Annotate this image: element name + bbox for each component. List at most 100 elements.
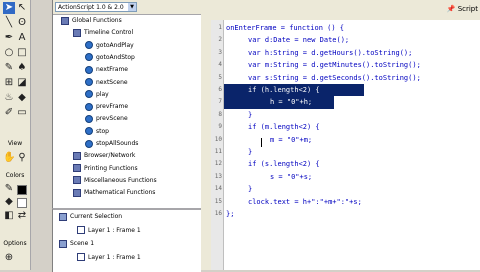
zoom-tool-icon[interactable]: ⚲ bbox=[16, 152, 28, 164]
action-item[interactable]: play bbox=[85, 90, 109, 100]
actionscript-version-select[interactable]: ActionScript 1.0 & 2.0 ▼ bbox=[55, 2, 137, 12]
code-line[interactable]: } bbox=[248, 146, 252, 158]
action-icon bbox=[85, 90, 93, 99]
action-item[interactable]: nextScene bbox=[85, 78, 128, 88]
tree-item-label: gotoAndPlay bbox=[96, 41, 134, 49]
oval-tool-icon[interactable]: ○ bbox=[3, 47, 15, 59]
code-line[interactable]: m = "0"+m; bbox=[270, 134, 312, 146]
tools-panel: ➤ ↖ ╲ ʘ ✒ A ○ □ ✎ ♠ ⊞ ◪ ♨ ◆ ✐ ▭ View ✋ ⚲… bbox=[0, 0, 31, 270]
actions-category[interactable]: Printing Functions bbox=[73, 164, 138, 174]
action-item[interactable]: gotoAndStop bbox=[85, 53, 135, 63]
action-icon bbox=[85, 65, 93, 74]
script-editor[interactable]: 1 2 3 4 5 6 7 8 9 10 11 12 13 14 15 16 onEnterFrame = f… bbox=[211, 20, 480, 270]
code-line[interactable]: var h:String = d.getHours().toString(); bbox=[248, 47, 412, 59]
actions-category[interactable]: Mathematical Functions bbox=[73, 188, 155, 198]
options-label: Options bbox=[3, 240, 27, 247]
line-number: 13 bbox=[214, 172, 222, 180]
code-line[interactable]: if (m.length<2) { bbox=[248, 121, 320, 133]
navigator-item[interactable]: Scene 1 bbox=[59, 239, 94, 249]
action-icon bbox=[85, 102, 93, 111]
selection-tool-icon[interactable]: ➤ bbox=[3, 2, 15, 14]
code-line[interactable]: var d:Date = new Date(); bbox=[248, 34, 349, 46]
stroke-color-swatch[interactable] bbox=[17, 185, 27, 195]
line-number: 15 bbox=[214, 197, 222, 205]
frame-icon bbox=[77, 226, 85, 234]
action-item[interactable]: stop bbox=[85, 127, 109, 137]
tree-item-label: play bbox=[96, 90, 109, 98]
eraser-tool-icon[interactable]: ▭ bbox=[16, 107, 28, 119]
actions-category[interactable]: Browser/Network bbox=[73, 151, 135, 161]
code-line[interactable]: var s:String = d.getSeconds().toString()… bbox=[248, 72, 421, 84]
fill-color-icon[interactable]: ◆ bbox=[3, 196, 15, 208]
text-cursor bbox=[261, 138, 262, 147]
code-line[interactable]: }; bbox=[226, 208, 234, 220]
rectangle-tool-icon[interactable]: □ bbox=[16, 47, 28, 59]
hand-tool-icon[interactable]: ✋ bbox=[3, 152, 15, 164]
action-icon bbox=[85, 114, 93, 123]
code-line[interactable]: var m:String = d.getMinutes().toString()… bbox=[248, 59, 421, 71]
snap-to-objects-icon[interactable]: ⊕ bbox=[3, 252, 15, 264]
navigator-item[interactable]: Layer 1 : Frame 1 bbox=[77, 253, 141, 263]
brush-tool-icon[interactable]: ♠ bbox=[16, 62, 28, 74]
code-line[interactable]: if (s.length<2) { bbox=[248, 158, 320, 170]
fill-color-swatch[interactable] bbox=[17, 198, 27, 208]
code-line[interactable]: } bbox=[248, 183, 252, 195]
book-icon bbox=[73, 151, 81, 160]
text-tool-icon[interactable]: A bbox=[16, 32, 28, 44]
colors-label: Colors bbox=[5, 172, 25, 179]
code-line[interactable]: clock.text = h+":"+m+":"+s; bbox=[248, 196, 362, 208]
code-line[interactable]: h = "0"+h; bbox=[270, 96, 312, 108]
navigator-item[interactable]: Layer 1 : Frame 1 bbox=[77, 226, 141, 236]
subselection-tool-icon[interactable]: ↖ bbox=[16, 2, 28, 14]
book-icon bbox=[73, 176, 81, 185]
line-number: 11 bbox=[214, 148, 222, 155]
fill-transform-tool-icon[interactable]: ◪ bbox=[16, 77, 28, 89]
navigator-item-label: Layer 1 : Frame 1 bbox=[88, 253, 141, 261]
action-item[interactable]: nextFrame bbox=[85, 65, 128, 75]
code-line[interactable]: } bbox=[248, 109, 252, 121]
swap-colors-icon[interactable]: ⇄ bbox=[16, 210, 28, 222]
code-line[interactable]: s = "0"+s; bbox=[270, 171, 312, 183]
action-item[interactable]: prevFrame bbox=[85, 102, 128, 112]
line-tool-icon[interactable]: ╲ bbox=[3, 17, 15, 29]
code-line[interactable]: if (h.length<2) { bbox=[248, 84, 320, 96]
scene-icon bbox=[59, 239, 67, 248]
actions-category[interactable]: Miscellaneous Functions bbox=[73, 176, 157, 186]
actions-toolbox-header: ActionScript 1.0 & 2.0 ▼ bbox=[53, 0, 201, 15]
tree-item-label: nextScene bbox=[96, 78, 128, 86]
paint-bucket-tool-icon[interactable]: ◆ bbox=[16, 92, 28, 104]
tree-item-label: prevScene bbox=[96, 115, 128, 123]
line-number: 1 bbox=[218, 24, 222, 31]
frame-icon bbox=[77, 253, 85, 261]
action-icon bbox=[85, 41, 93, 50]
ink-bottle-tool-icon[interactable]: ♨ bbox=[3, 92, 15, 104]
chevron-down-icon[interactable]: ▼ bbox=[128, 3, 136, 11]
lasso-tool-icon[interactable]: ʘ bbox=[16, 17, 28, 29]
pin-icon: 📌 bbox=[446, 5, 456, 13]
line-number: 4 bbox=[218, 61, 222, 69]
line-number: 16 bbox=[214, 210, 222, 217]
pen-tool-icon[interactable]: ✒ bbox=[3, 32, 15, 44]
black-white-icon[interactable]: ◧ bbox=[3, 210, 15, 222]
book-icon bbox=[73, 164, 81, 173]
free-transform-tool-icon[interactable]: ⊞ bbox=[3, 77, 15, 89]
tree-item-label: gotoAndStop bbox=[96, 53, 135, 61]
line-number: 9 bbox=[218, 123, 222, 131]
tree-item-label: Global Functions bbox=[72, 17, 122, 24]
line-number: 2 bbox=[218, 36, 222, 44]
code-line[interactable]: onEnterFrame = function () { bbox=[226, 22, 344, 34]
stroke-color-icon[interactable]: ✎ bbox=[3, 183, 15, 195]
pencil-tool-icon[interactable]: ✎ bbox=[3, 62, 15, 74]
action-item[interactable]: gotoAndPlay bbox=[85, 41, 134, 51]
actions-category[interactable]: Global Functions bbox=[61, 16, 122, 26]
line-number: 8 bbox=[218, 110, 222, 118]
eyedropper-tool-icon[interactable]: ✐ bbox=[3, 107, 15, 119]
action-item[interactable]: stopAllSounds bbox=[85, 139, 138, 149]
script-assist-button[interactable]: 📌 Script bbox=[447, 3, 478, 15]
tree-item-label: stop bbox=[96, 127, 109, 135]
navigator-item[interactable]: Current Selection bbox=[59, 212, 122, 222]
book-icon bbox=[61, 16, 69, 25]
actions-category[interactable]: Timeline Control bbox=[73, 28, 133, 38]
navigator-item-label: Current Selection bbox=[70, 213, 123, 220]
action-item[interactable]: prevScene bbox=[85, 114, 128, 124]
